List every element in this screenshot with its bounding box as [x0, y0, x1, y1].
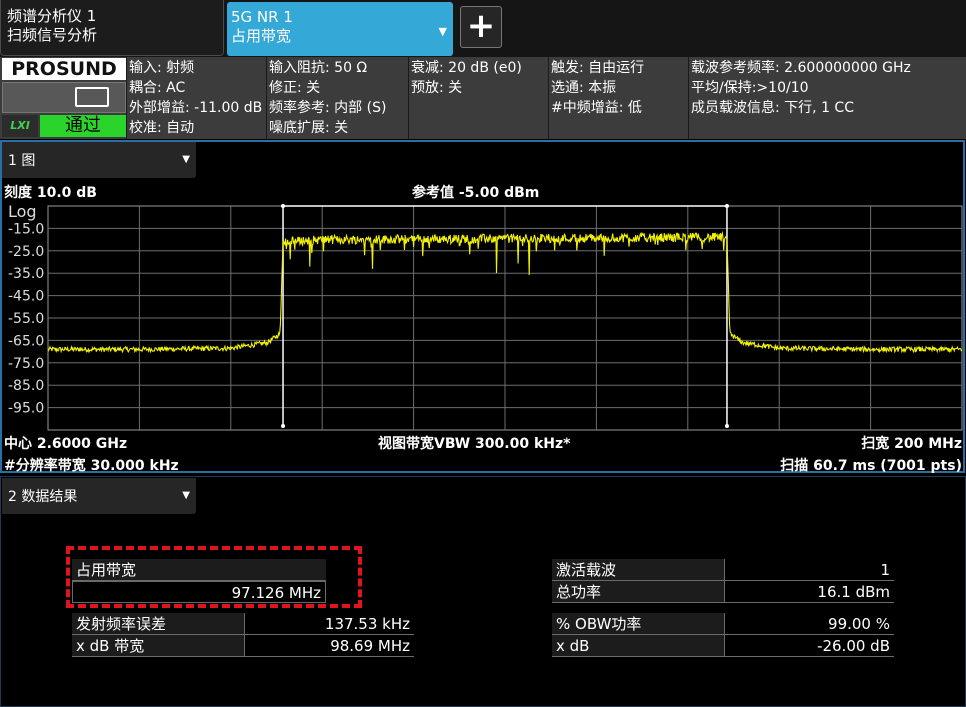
obw-marker-dot: [724, 424, 729, 428]
highlight-box: [66, 546, 362, 608]
tab-analyzer-line1: 频谱分析仪 1: [7, 7, 97, 25]
screen-icon: [75, 87, 109, 107]
dropdown-arrow-icon: ▼: [182, 154, 190, 165]
info-line: 噪底扩展: 关: [269, 120, 349, 136]
y-tick-label: -65.0: [8, 333, 44, 349]
info-line: 衰减: 20 dB (e0): [411, 60, 522, 76]
scale-label: 刻度 10.0 dB: [4, 185, 97, 201]
carrier-settings[interactable]: 载波参考频率: 2.600000000 GHz 平均/保持:>10/10 成员载…: [688, 57, 966, 139]
info-line: 耦合: AC: [129, 80, 186, 96]
info-line: 选通: 本振: [551, 80, 617, 96]
tab-analyzer-line2: 扫频信号分析: [7, 26, 98, 44]
attenuation-settings[interactable]: 衰减: 20 dB (e0) 预放: 关: [408, 57, 548, 139]
obw-marker-dot: [281, 204, 286, 208]
dropdown-arrow-icon: ▼: [438, 25, 447, 38]
info-line: 频率参考: 内部 (S): [269, 100, 387, 116]
info-line: 输入阻抗: 50 Ω: [269, 60, 368, 76]
y-tick-label: -95.0: [8, 401, 44, 417]
freq-error-value: 137.53 kHz: [244, 613, 414, 635]
tab-spectrum-analyzer[interactable]: 频谱分析仪 1 扫频信号分析: [0, 0, 224, 56]
trigger-settings[interactable]: 触发: 自由运行 选通: 本振 #中频增益: 低: [548, 57, 688, 139]
graph-window-selector[interactable]: 1 图 ▼: [2, 142, 196, 178]
xdb-value: -26.00 dB: [724, 635, 894, 657]
y-tick-label: -85.0: [8, 378, 44, 394]
input-settings[interactable]: 输入: 射频 耦合: AC 外部增益: -11.00 dB 校准: 自动: [126, 57, 266, 139]
xdb-label: x dB: [552, 635, 724, 657]
y-tick-labels: -15.0 -25.0 -35.0 -45.0 -55.0 -65.0 -75.0 -85.0…: [8, 221, 44, 416]
info-line: 载波参考频率: 2.600000000 GHz: [691, 60, 911, 76]
tab-mode-line2: 占用带宽: [231, 27, 292, 45]
y-tick-label: -75.0: [8, 356, 44, 372]
info-line: 平均/保持:>10/10: [691, 80, 809, 96]
obw-power-label: % OBW功率: [552, 613, 724, 635]
screenshot-button[interactable]: [2, 82, 126, 113]
tab-mode-line1: 5G NR 1: [231, 8, 293, 26]
info-line: 校准: 自动: [129, 120, 195, 136]
total-power-label: 总功率: [552, 581, 724, 603]
y-tick-label: -55.0: [8, 311, 44, 327]
plot-grid: [47, 205, 963, 431]
y-tick-label: -45.0: [8, 289, 44, 305]
info-line: 触发: 自由运行: [551, 60, 645, 76]
obw-marker-dot: [724, 204, 729, 208]
obw-power-value: 99.00 %: [724, 613, 894, 635]
spectrum-plot[interactable]: -15.0 -25.0 -35.0 -45.0 -55.0 -65.0 -75.0 -85.0…: [0, 200, 966, 435]
vbw-label: 视图带宽VBW 300.00 kHz*: [378, 436, 571, 452]
info-line: 预放: 关: [411, 80, 463, 96]
rbw-label: #分辨率带宽 30.000 kHz: [4, 458, 179, 474]
xdb-bandwidth-value: 98.69 MHz: [244, 635, 414, 657]
results-window-selector[interactable]: 2 数据结果 ▼: [2, 478, 196, 514]
y-tick-label: -25.0: [8, 244, 44, 260]
total-power-value: 16.1 dBm: [724, 581, 894, 603]
pass-status-badge: 通过: [40, 115, 126, 137]
impedance-settings[interactable]: 输入阻抗: 50 Ω 修正: 关 频率参考: 内部 (S) 噪底扩展: 关: [266, 57, 408, 139]
info-line: 成员载波信息: 下行, 1 CC: [691, 100, 854, 116]
y-tick-label: -15.0: [8, 221, 44, 237]
lxi-badge: LXI: [2, 115, 38, 137]
results-window-label: 2 数据结果: [8, 489, 78, 505]
active-carrier-value: 1: [724, 559, 894, 581]
dropdown-arrow-icon: ▼: [182, 490, 190, 501]
info-line: 输入: 射频: [129, 60, 195, 76]
center-frequency-label: 中心 2.6000 GHz: [4, 436, 128, 452]
brand-logo: PROSUND: [2, 58, 126, 80]
active-carrier-label: 激活载波: [552, 559, 724, 581]
info-line: #中频增益: 低: [551, 100, 642, 116]
add-mode-button[interactable]: +: [460, 6, 502, 48]
graph-window-label: 1 图: [8, 153, 36, 169]
y-tick-label: -35.0: [8, 266, 44, 282]
info-line: 外部增益: -11.00 dB: [129, 100, 263, 116]
span-label: 扫宽 200 MHz: [861, 436, 962, 452]
reference-level-label: 参考值 -5.00 dBm: [412, 185, 540, 201]
tab-5g-nr[interactable]: 5G NR 1 占用带宽 ▼: [227, 2, 453, 56]
sweep-label: 扫描 60.7 ms (7001 pts): [780, 458, 962, 474]
freq-error-label: 发射频率误差: [72, 613, 244, 635]
info-line: 修正: 关: [269, 80, 321, 96]
obw-marker-dot: [281, 424, 286, 428]
xdb-bandwidth-label: x dB 带宽: [72, 635, 244, 657]
